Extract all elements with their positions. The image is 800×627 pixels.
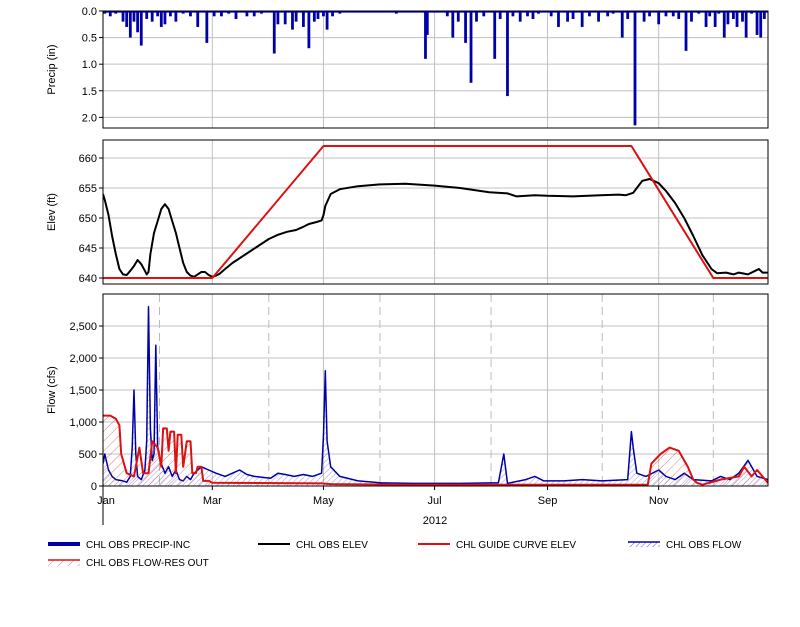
y-tick-label: 0 bbox=[91, 481, 97, 493]
precip-bar bbox=[276, 11, 280, 25]
legend-swatch bbox=[48, 560, 80, 566]
precip-bar bbox=[283, 11, 287, 25]
x-tick-label: Mar bbox=[203, 495, 222, 507]
precip-bar bbox=[493, 11, 497, 59]
precip-bar bbox=[620, 11, 624, 38]
legend-item: CHL OBS FLOW-RES OUT bbox=[48, 558, 209, 569]
x-tick-label: Jan bbox=[97, 495, 115, 507]
y-tick-label: 0.0 bbox=[82, 6, 97, 18]
y-tick-label: 1,000 bbox=[69, 417, 97, 429]
y-tick-label: 500 bbox=[79, 449, 97, 461]
y-tick-label: 645 bbox=[79, 243, 97, 255]
x-tick-label: May bbox=[313, 495, 334, 507]
legend-label: CHL OBS FLOW-RES OUT bbox=[86, 558, 209, 569]
precip-bar bbox=[580, 11, 584, 27]
y-axis-label: Precip (in) bbox=[46, 44, 58, 94]
precip-bar bbox=[726, 11, 730, 25]
precip-bar bbox=[128, 11, 132, 38]
precip-bar bbox=[307, 11, 311, 49]
precip-bar bbox=[272, 11, 276, 54]
precip-bar bbox=[159, 11, 163, 27]
precip-bar bbox=[713, 11, 717, 27]
y-axis-label: Flow (cfs) bbox=[46, 366, 58, 414]
y-tick-label: 1.5 bbox=[82, 86, 97, 98]
panel-elev: 640 645 650 655 660 Elev (ft) bbox=[46, 139, 769, 285]
x-tick-label: Jul bbox=[428, 495, 442, 507]
precip-bar bbox=[425, 11, 429, 35]
y-tick-label: 2,000 bbox=[69, 353, 97, 365]
precip-bar bbox=[557, 11, 560, 27]
legend-item: CHL OBS PRECIP-INC bbox=[48, 540, 190, 551]
y-tick-label: 0.5 bbox=[82, 33, 97, 45]
precip-bar bbox=[205, 11, 209, 43]
y-tick-label: 2,500 bbox=[69, 321, 97, 333]
precip-bar bbox=[704, 11, 708, 27]
y-tick-label: 660 bbox=[79, 153, 97, 165]
precip-bar bbox=[464, 11, 467, 43]
precip-bar bbox=[302, 11, 305, 27]
year-label: 2012 bbox=[423, 515, 447, 527]
precip-bar bbox=[139, 11, 143, 46]
precip-bar bbox=[735, 11, 739, 27]
panel-flow: 0 500 1,000 1,500 2,000 2,500 Flow (cfs) bbox=[46, 293, 769, 493]
y-tick-label: 1,500 bbox=[69, 385, 97, 397]
precip-bar bbox=[657, 11, 661, 25]
y-tick-label: 2.0 bbox=[82, 112, 97, 124]
legend-item: CHL OBS ELEV bbox=[258, 540, 368, 551]
precip-bar bbox=[196, 11, 200, 27]
precip-bar bbox=[755, 11, 759, 35]
precip-bar bbox=[744, 11, 748, 38]
legend-label: CHL OBS PRECIP-INC bbox=[86, 540, 190, 551]
y-tick-label: 640 bbox=[79, 273, 97, 285]
plot-area bbox=[103, 140, 768, 284]
precip-bar bbox=[469, 11, 473, 83]
x-tick-label: Nov bbox=[649, 495, 669, 507]
y-tick-label: 650 bbox=[79, 213, 97, 225]
precip-bar bbox=[633, 11, 637, 126]
y-tick-label: 655 bbox=[79, 183, 97, 195]
precip-bar bbox=[136, 11, 140, 33]
hydrograph-chart: 0.0 0.5 1.0 1.5 2.0 Precip (in) 640 645 650 655 66… bbox=[46, 6, 769, 569]
legend-item: CHL GUIDE CURVE ELEV bbox=[418, 540, 576, 551]
precip-bar bbox=[759, 11, 763, 38]
y-tick-label: 1.0 bbox=[82, 59, 97, 71]
plot-area bbox=[103, 11, 768, 128]
precip-bar bbox=[163, 11, 167, 25]
legend-label: CHL OBS FLOW bbox=[666, 540, 742, 551]
x-tick-label: Sep bbox=[538, 495, 558, 507]
legend-label: CHL GUIDE CURVE ELEV bbox=[456, 540, 576, 551]
y-axis-label: Elev (ft) bbox=[46, 193, 58, 231]
legend-label: CHL OBS ELEV bbox=[296, 540, 368, 551]
precip-bar bbox=[722, 11, 726, 38]
precip-bar bbox=[684, 11, 688, 51]
panel-precip: 0.0 0.5 1.0 1.5 2.0 Precip (in) bbox=[46, 6, 769, 129]
precip-bar bbox=[451, 11, 455, 38]
precip-bar bbox=[125, 11, 129, 27]
precip-bar bbox=[291, 11, 294, 30]
precip-bar bbox=[506, 11, 509, 97]
legend-item: CHL OBS FLOW bbox=[628, 540, 742, 551]
precip-bar bbox=[325, 11, 329, 30]
